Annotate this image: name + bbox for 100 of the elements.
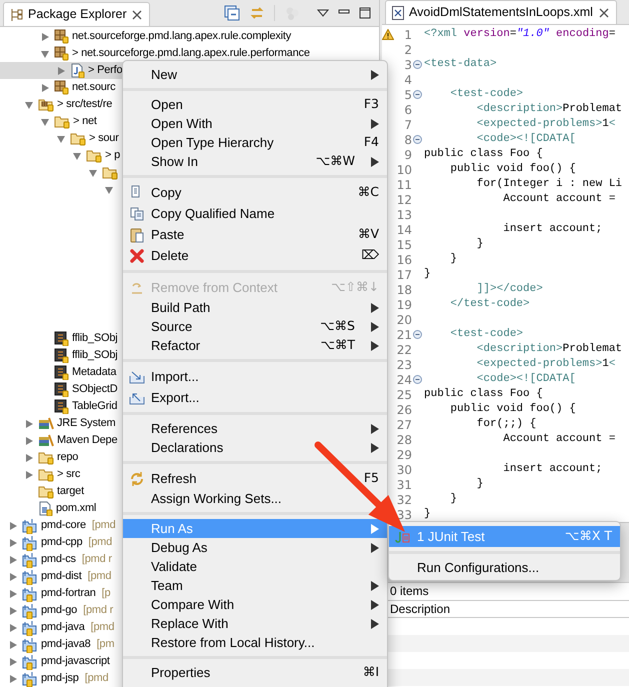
tree-item-location: [pmd bbox=[92, 518, 116, 534]
tree-item-label: net.sourc bbox=[72, 80, 116, 96]
code-line: insert account; bbox=[502, 462, 602, 477]
tree-item-label: Maven Depe bbox=[57, 433, 118, 448]
code-line: for(;;) { bbox=[476, 417, 536, 432]
code-line: for(Integer i : new Li bbox=[476, 177, 622, 192]
code-line: public void foo() { bbox=[449, 162, 576, 177]
line-number: 20 bbox=[396, 312, 412, 328]
code-line: <description>Problemat bbox=[476, 342, 622, 357]
tree-item-location: [pm bbox=[96, 637, 114, 652]
line-number: 16 bbox=[396, 252, 412, 268]
tree-item-label: JRE System bbox=[57, 416, 116, 432]
code-line: Account account = bbox=[502, 432, 616, 447]
line-number: 31 bbox=[396, 476, 412, 494]
tree-item-label: pmd-core bbox=[41, 518, 86, 534]
code-line: public class Foo { bbox=[423, 147, 543, 162]
shortcut-label: F3 bbox=[364, 95, 379, 114]
line-number: 5 bbox=[403, 86, 412, 104]
line-number: 24 bbox=[396, 372, 412, 388]
tree-item-location: [pmd r bbox=[82, 552, 112, 568]
code-line: <code><![CDATA[ bbox=[476, 132, 576, 147]
code-line: <?xml version="1.0" encoding= bbox=[423, 27, 616, 42]
line-number: 10 bbox=[396, 162, 412, 178]
shortcut-label: ⌘I bbox=[362, 663, 379, 682]
tree-item-label: > src bbox=[57, 467, 80, 482]
tree-item-label: target bbox=[57, 484, 84, 500]
code-line: insert account; bbox=[502, 222, 602, 237]
line-number: 30 bbox=[396, 462, 412, 478]
tree-item-location: [pmd bbox=[90, 620, 114, 636]
code-line: <expected-problems>1< bbox=[476, 117, 616, 132]
tree-item-label: > net bbox=[73, 114, 97, 130]
line-number: 9 bbox=[403, 146, 412, 164]
line-number: 15 bbox=[396, 236, 412, 254]
tree-item-label: > sour bbox=[89, 131, 119, 146]
tree-item-location: [p bbox=[102, 586, 110, 602]
line-number: 7 bbox=[403, 116, 412, 134]
line-number: 13 bbox=[396, 206, 412, 224]
code-line: <test-code> bbox=[449, 87, 524, 102]
line-number: 4 bbox=[403, 72, 412, 88]
line-number: 11 bbox=[396, 176, 412, 194]
line-number: 33 bbox=[396, 506, 412, 524]
code-line: public class Foo { bbox=[423, 387, 543, 402]
code-line: </test-code> bbox=[449, 297, 530, 312]
tree-item-label: pmd-cpp bbox=[41, 535, 82, 550]
code-line: <test-data> bbox=[423, 57, 497, 72]
line-number: 32 bbox=[396, 492, 412, 508]
tree-item-label: > p bbox=[105, 148, 120, 164]
tree-item-label: pom.xml bbox=[56, 501, 96, 516]
tree-item-label: SObjectD bbox=[72, 382, 118, 398]
line-number: 28 bbox=[396, 432, 412, 448]
line-number: 12 bbox=[396, 192, 412, 208]
code-line: <test-code> bbox=[449, 327, 524, 342]
tree-item-label: pmd-go bbox=[41, 603, 78, 618]
code-line: ]]></code> bbox=[476, 282, 543, 297]
shortcut-label: ⌥⌘W bbox=[316, 152, 355, 170]
line-number: 19 bbox=[396, 296, 412, 314]
item-count: 0 items bbox=[389, 583, 430, 600]
shortcut-label: ⌥⇧⌘↓ bbox=[331, 278, 379, 296]
line-number: 2 bbox=[403, 42, 412, 58]
code-line: <code><![CDATA[ bbox=[476, 372, 576, 387]
tree-item-label: pmd-java bbox=[41, 620, 85, 636]
tree-item-label: Metadata bbox=[72, 365, 116, 380]
tree-item-location: [pmd bbox=[88, 569, 112, 584]
tree-item-label: pmd-javascript bbox=[41, 654, 110, 670]
tree-item-label: pmd-java8 bbox=[41, 637, 91, 652]
tree-item-location: [pmd bbox=[84, 671, 108, 686]
line-number: 8 bbox=[403, 132, 412, 148]
tree-item-label: > src/test/re bbox=[57, 97, 112, 112]
tree-item-label: pmd-fortran bbox=[41, 586, 96, 602]
tree-item-location: [pmd r bbox=[83, 603, 114, 618]
tree-item-label: > Perfo bbox=[88, 63, 122, 78]
line-number: 22 bbox=[396, 342, 412, 358]
shortcut-label: ⌦ bbox=[361, 246, 379, 264]
code-line: } bbox=[423, 267, 431, 282]
line-number: 21 bbox=[396, 326, 412, 344]
tree-item-label: TableGrid bbox=[72, 399, 118, 414]
line-number: 27 bbox=[396, 416, 412, 434]
tree-item-label: pmd-cs bbox=[41, 552, 76, 568]
tree-item-label: fflib_SObj bbox=[72, 331, 118, 346]
line-number: 23 bbox=[396, 356, 412, 374]
line-number: 26 bbox=[396, 402, 412, 418]
code-line: } bbox=[423, 507, 431, 522]
tree-item-location: [pmd bbox=[88, 535, 112, 550]
line-number: 17 bbox=[396, 266, 412, 284]
line-number: 29 bbox=[396, 446, 412, 464]
shortcut-label: ⌥⌘X T bbox=[564, 527, 612, 546]
shortcut-label: F5 bbox=[364, 469, 379, 488]
code-line: } bbox=[449, 252, 458, 267]
tree-item-label: repo bbox=[57, 450, 78, 466]
shortcut-label: ⌥⌘T bbox=[320, 336, 355, 354]
code-line: } bbox=[476, 237, 484, 252]
shortcut-label: ⌘V bbox=[358, 225, 379, 244]
tree-item-label: > net.sourceforge.pmd.lang.apex.rule.performance bbox=[72, 46, 310, 62]
code-line: public void foo() { bbox=[449, 402, 576, 417]
line-number: 25 bbox=[396, 386, 412, 404]
tree-item-label: fflib_SObj bbox=[72, 348, 118, 364]
shortcut-label: ⌘C bbox=[358, 183, 379, 202]
line-number: 1 bbox=[403, 26, 412, 44]
line-number: 3 bbox=[403, 56, 412, 74]
code-line: } bbox=[476, 477, 484, 492]
